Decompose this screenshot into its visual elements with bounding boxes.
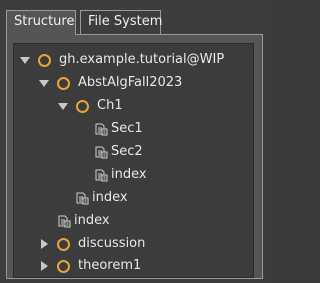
triangle-right-icon[interactable] xyxy=(39,261,49,271)
triangle-right-icon[interactable] xyxy=(39,239,49,249)
circle-folder-icon xyxy=(57,259,70,273)
tree-item-theorem1[interactable]: theorem1 xyxy=(39,255,141,277)
tab-file-system[interactable]: File System xyxy=(80,10,162,34)
document-icon xyxy=(58,215,71,228)
tree-item-label: Sec2 xyxy=(111,144,143,159)
tree-item-label: AbstAlgFall2023 xyxy=(78,75,183,90)
tree-item-ch1[interactable]: Ch1 xyxy=(58,95,123,117)
tree-item-label: discussion xyxy=(78,236,146,251)
triangle-down-icon[interactable] xyxy=(39,78,49,88)
document-icon xyxy=(95,169,108,182)
structure-tree: gh.example.tutorial@WIP AbstAlgFall2023 … xyxy=(13,43,254,278)
tab-structure[interactable]: Structure xyxy=(6,10,76,35)
tree-item-abstalg-index[interactable]: index xyxy=(74,187,128,209)
tree-item-root[interactable]: gh.example.tutorial@WIP xyxy=(20,49,224,71)
document-icon xyxy=(95,123,108,136)
triangle-down-icon[interactable] xyxy=(58,101,68,111)
tree-item-discussion[interactable]: discussion xyxy=(39,233,145,255)
document-icon xyxy=(76,192,89,205)
tree-item-label: index xyxy=(111,167,147,182)
tree-item-ch1-index[interactable]: index xyxy=(93,164,147,186)
tree-item-abstalgfall2023[interactable]: AbstAlgFall2023 xyxy=(39,72,182,94)
tree-item-label: Ch1 xyxy=(97,98,123,113)
tree-item-sec1[interactable]: Sec1 xyxy=(93,118,143,140)
circle-folder-icon xyxy=(38,53,51,67)
tree-item-label: Sec1 xyxy=(111,121,143,136)
circle-folder-icon xyxy=(76,99,89,113)
tree-item-label: index xyxy=(92,190,128,205)
circle-folder-icon xyxy=(57,237,70,251)
tree-item-sec2[interactable]: Sec2 xyxy=(93,141,143,163)
tree-item-root-index[interactable]: index xyxy=(56,210,110,232)
tree-item-label: index xyxy=(74,213,110,228)
circle-folder-icon xyxy=(57,76,70,90)
document-icon xyxy=(95,146,108,159)
triangle-down-icon[interactable] xyxy=(20,55,30,65)
structure-panel: Structure File System gh.example.tutoria… xyxy=(0,0,271,283)
tree-item-label: gh.example.tutorial@WIP xyxy=(59,52,225,67)
tree-item-label: theorem1 xyxy=(78,258,142,273)
